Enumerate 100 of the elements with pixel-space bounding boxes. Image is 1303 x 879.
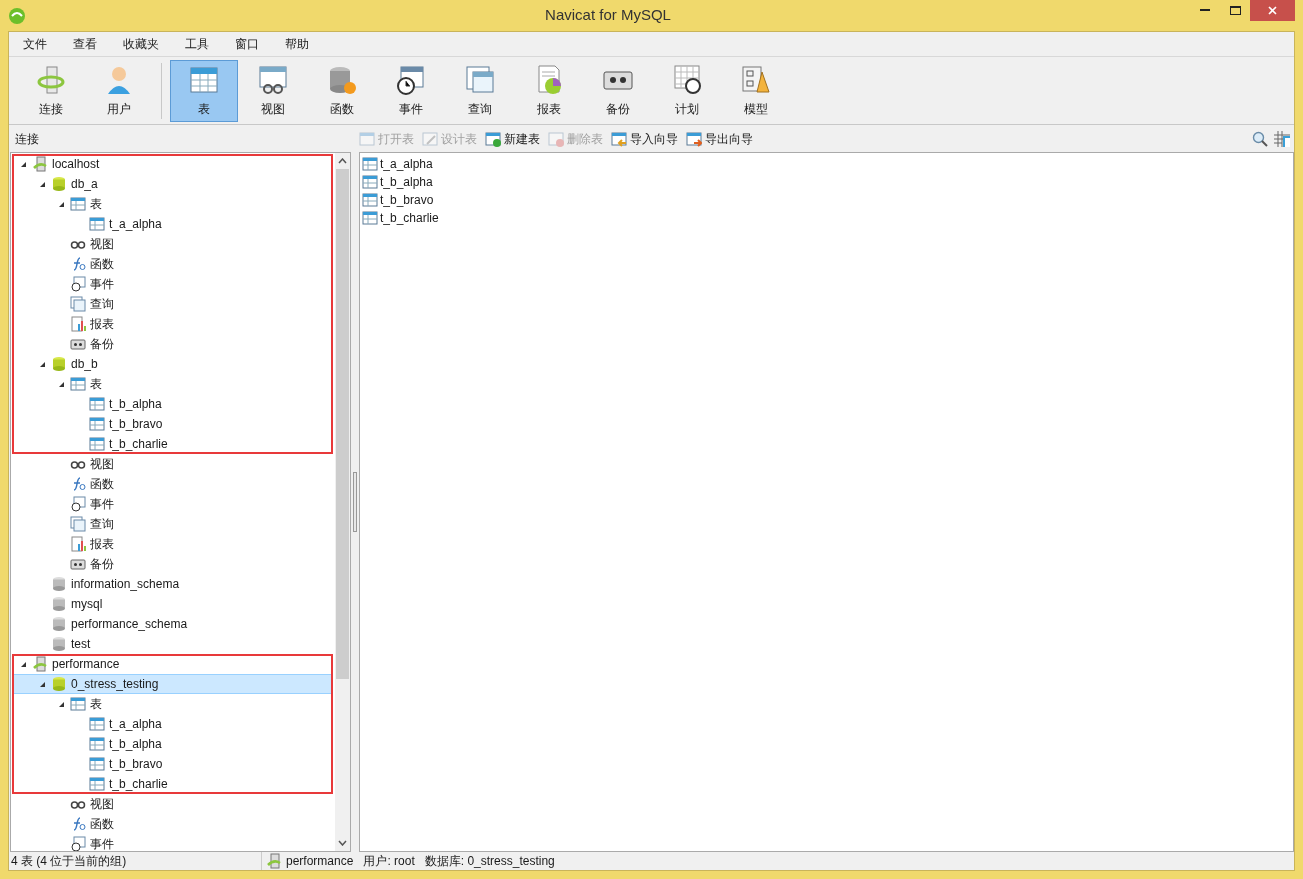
tree-item[interactable]: 查询 xyxy=(12,514,333,534)
table-icon xyxy=(70,696,86,712)
tree-item[interactable]: 查询 xyxy=(12,294,333,314)
tree-item[interactable]: t_b_bravo xyxy=(12,754,333,774)
tree-item[interactable]: t_b_bravo xyxy=(12,414,333,434)
menu-item[interactable]: 帮助 xyxy=(277,35,317,53)
menu-item[interactable]: 窗口 xyxy=(227,35,267,53)
calendar-clock-icon xyxy=(671,63,703,96)
tree-item[interactable]: 事件 xyxy=(12,494,333,514)
scroll-up-icon[interactable] xyxy=(338,158,347,164)
tree-item[interactable]: 函数 xyxy=(12,814,333,834)
scroll-down-icon[interactable] xyxy=(338,840,347,846)
tree-item[interactable]: performance_schema xyxy=(12,614,333,634)
toolbar-button[interactable]: 模型 xyxy=(722,59,790,122)
toolbar-button[interactable]: 连接 xyxy=(17,59,85,122)
tree-item[interactable]: db_b xyxy=(12,354,333,374)
scrollbar-thumb[interactable] xyxy=(336,169,349,679)
expander-icon[interactable] xyxy=(38,360,46,368)
toolbar-button[interactable]: 事件 xyxy=(377,59,445,122)
expander-icon[interactable] xyxy=(19,160,27,168)
tree-item[interactable]: 表 xyxy=(12,374,333,394)
calendar-clock-icon xyxy=(70,496,86,512)
window-title: Navicat for MySQL xyxy=(545,6,671,24)
tree-item[interactable]: information_schema xyxy=(12,574,333,594)
table-icon xyxy=(362,156,378,172)
tree-item[interactable]: performance xyxy=(12,654,333,674)
cassette-icon xyxy=(70,556,86,572)
cassette-icon xyxy=(70,336,86,352)
report-chart-icon xyxy=(70,316,86,332)
status-count: 4 表 (4 位于当前的组) xyxy=(11,854,127,868)
toolbar-button[interactable]: 视图 xyxy=(239,59,307,122)
calendar-clock-icon xyxy=(70,276,86,292)
search-icon[interactable] xyxy=(1252,130,1268,147)
toolbar-button[interactable]: 报表 xyxy=(515,59,583,122)
toolbar-button[interactable]: 计划 xyxy=(653,59,721,122)
tree-item[interactable]: t_b_charlie xyxy=(12,774,333,794)
tree-item[interactable]: t_a_alpha xyxy=(12,214,333,234)
menu-item[interactable]: 文件 xyxy=(15,35,55,53)
toolbar-button[interactable]: 查询 xyxy=(446,59,514,122)
table-icon xyxy=(89,396,105,412)
tree-item[interactable]: 函数 xyxy=(12,254,333,274)
tree-item[interactable]: localhost xyxy=(12,154,333,174)
toolbar-button[interactable]: 备份 xyxy=(584,59,652,122)
table-icon xyxy=(70,376,86,392)
table-icon xyxy=(362,192,378,208)
table-icon xyxy=(362,210,378,226)
tree-item[interactable]: test xyxy=(12,634,333,654)
table-list-item[interactable]: t_b_bravo xyxy=(362,191,434,209)
tree-item[interactable]: 函数 xyxy=(12,474,333,494)
tree-item[interactable]: 视图 xyxy=(12,794,333,814)
tree-item[interactable]: t_b_charlie xyxy=(12,434,333,454)
tree-item[interactable]: 事件 xyxy=(12,834,333,851)
toolbar-action[interactable]: 导出向导 xyxy=(686,129,753,148)
tree-item[interactable]: 事件 xyxy=(12,274,333,294)
tree-item[interactable]: t_b_alpha xyxy=(12,394,333,414)
model-diagram-icon xyxy=(740,63,772,96)
menu-item[interactable]: 收藏夹 xyxy=(115,35,167,53)
expander-icon[interactable] xyxy=(38,180,46,188)
tree-item[interactable]: 报表 xyxy=(12,314,333,334)
menu-item[interactable]: 查看 xyxy=(65,35,105,53)
tree-item[interactable]: t_b_alpha xyxy=(12,734,333,754)
tree-item[interactable]: 报表 xyxy=(12,534,333,554)
scrollbar[interactable] xyxy=(335,153,350,851)
toolbar-action[interactable]: 导入向导 xyxy=(611,129,678,148)
expander-icon[interactable] xyxy=(19,660,27,668)
table-list-item[interactable]: t_b_charlie xyxy=(362,209,439,227)
database-icon xyxy=(51,676,67,692)
tree-item[interactable]: db_a xyxy=(12,174,333,194)
database-icon xyxy=(51,636,67,652)
tree-item[interactable]: t_a_alpha xyxy=(12,714,333,734)
database-icon xyxy=(51,356,67,372)
tree-item[interactable]: 视图 xyxy=(12,234,333,254)
tree-item[interactable]: 表 xyxy=(12,694,333,714)
toolbar-button[interactable]: 表 xyxy=(170,59,238,122)
table-list-item[interactable]: t_a_alpha xyxy=(362,155,433,173)
table-icon xyxy=(89,776,105,792)
tree-item[interactable]: 0_stress_testing xyxy=(12,674,333,694)
tree-item[interactable]: 备份 xyxy=(12,334,333,354)
table-list-item[interactable]: t_b_alpha xyxy=(362,173,433,191)
query-table-icon xyxy=(70,296,86,312)
expander-icon[interactable] xyxy=(57,380,65,388)
tree-item[interactable]: 表 xyxy=(12,194,333,214)
expander-icon[interactable] xyxy=(57,700,65,708)
status-connection: performance xyxy=(286,853,354,870)
splitter-handle[interactable] xyxy=(353,472,357,532)
database-icon xyxy=(51,616,67,632)
toolbar-button[interactable]: 用户 xyxy=(85,59,153,122)
table-icon xyxy=(89,716,105,732)
expander-icon[interactable] xyxy=(38,680,46,688)
minimize-icon xyxy=(1200,9,1210,12)
toolbar-action[interactable]: 新建表 xyxy=(485,129,540,148)
toolbar-button[interactable]: 函数 xyxy=(308,59,376,122)
tree-item[interactable]: mysql xyxy=(12,594,333,614)
menu-item[interactable]: 工具 xyxy=(177,35,217,53)
expander-icon[interactable] xyxy=(57,200,65,208)
table-icon xyxy=(89,756,105,772)
grid-view-icon[interactable] xyxy=(1274,130,1290,147)
status-user: 用户: root xyxy=(363,853,415,870)
tree-item[interactable]: 备份 xyxy=(12,554,333,574)
tree-item[interactable]: 视图 xyxy=(12,454,333,474)
